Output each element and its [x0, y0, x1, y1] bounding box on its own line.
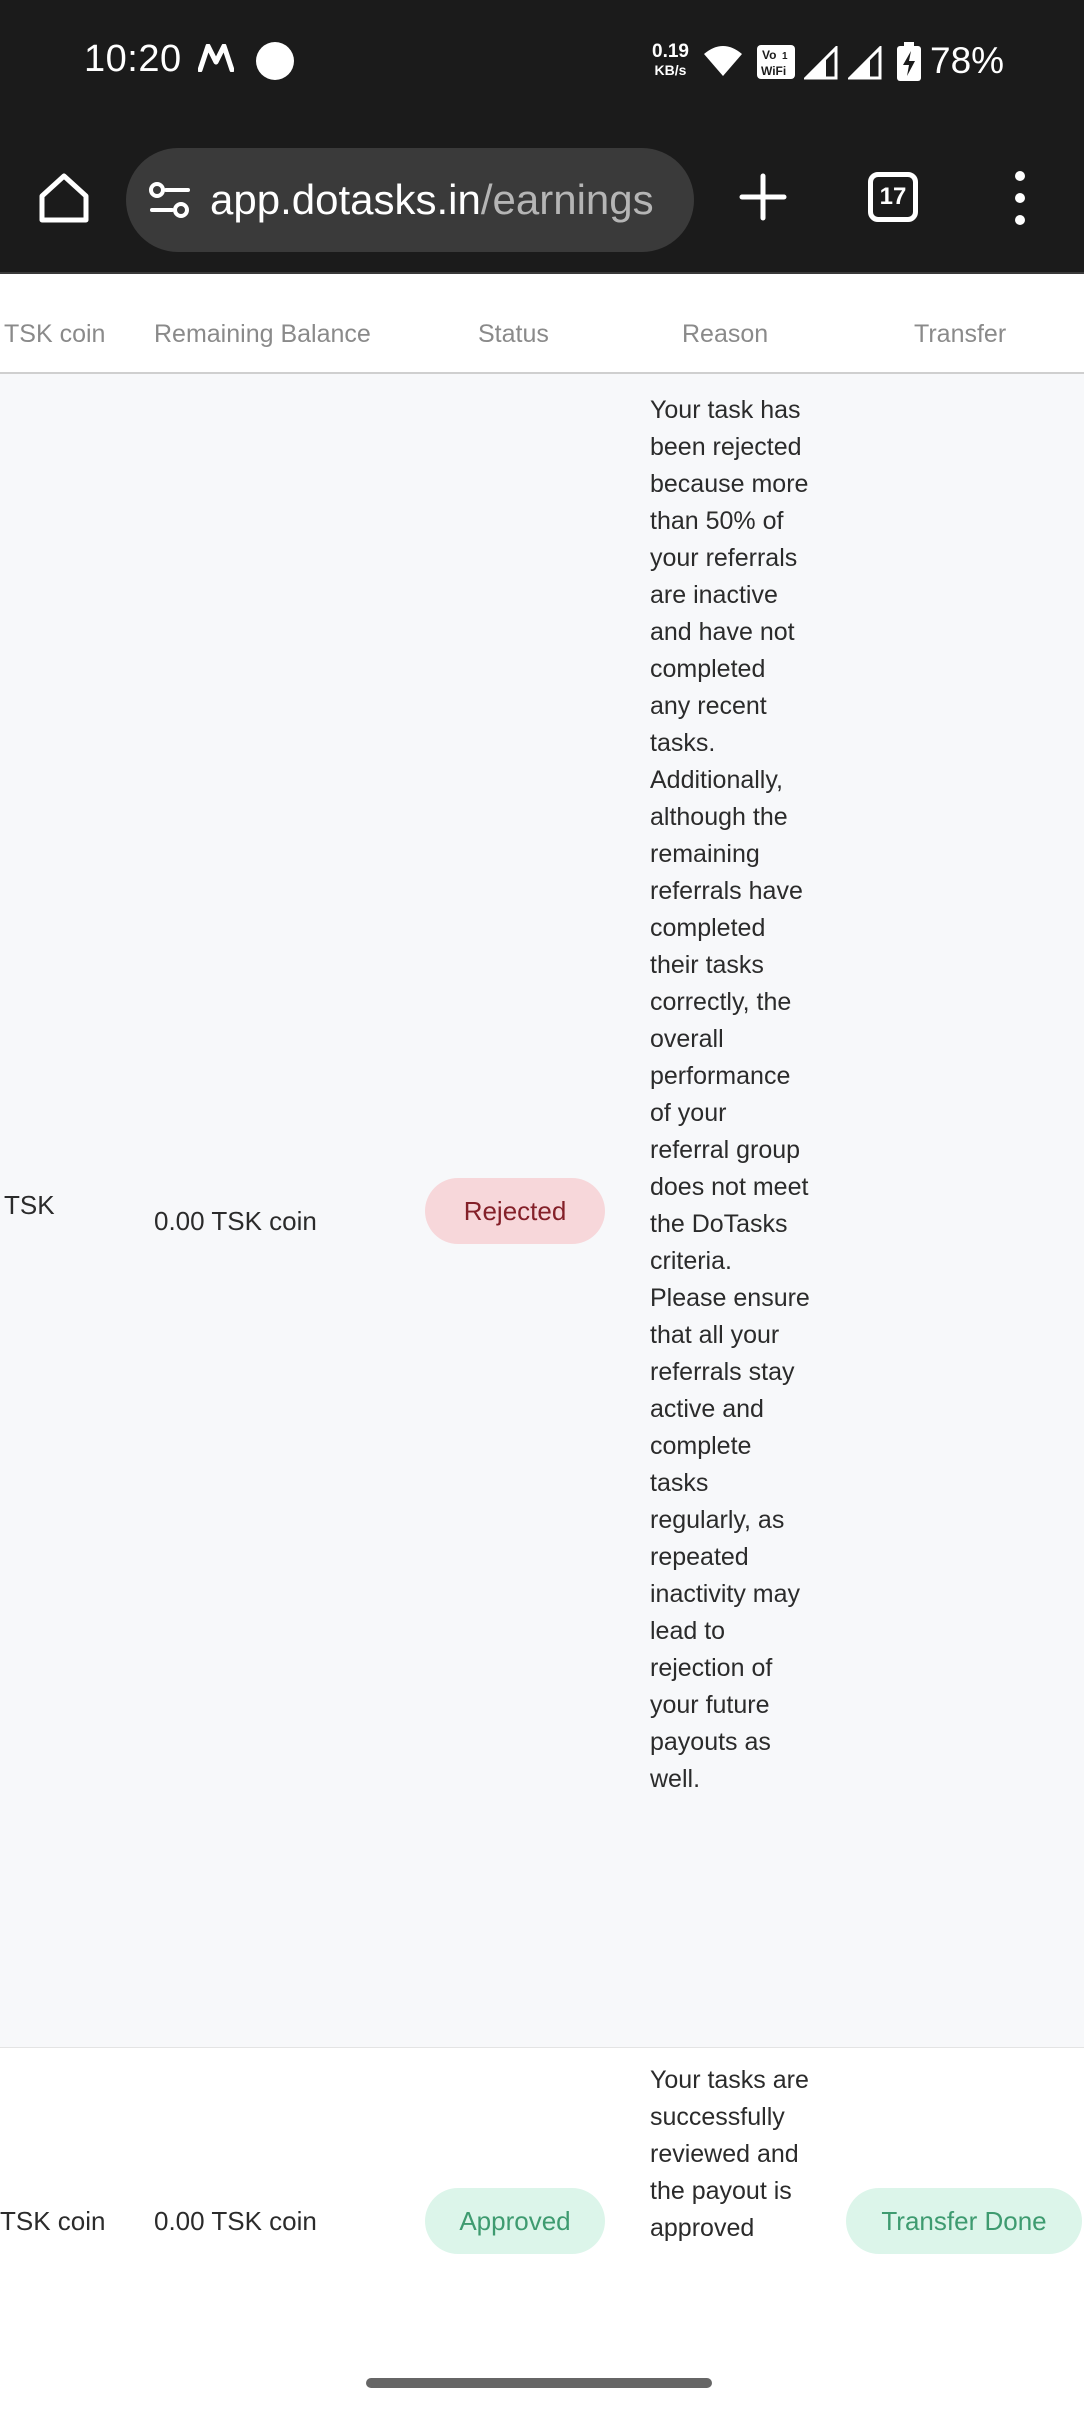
m-icon — [198, 44, 234, 72]
header-status: Status — [478, 320, 549, 348]
circle-notification-icon — [256, 42, 294, 80]
reason-cell: Your tasks are successfully reviewed and… — [650, 2066, 809, 2242]
status-time: 10:20 — [84, 38, 182, 80]
new-tab-icon[interactable] — [738, 172, 788, 222]
gesture-home-indicator[interactable] — [366, 2378, 712, 2388]
url-text[interactable]: app.dotasks.in/earnings — [210, 176, 654, 224]
header-remaining-balance: Remaining Balance — [154, 320, 371, 348]
header-transfer: Transfer — [914, 320, 1007, 348]
amount-cell: TSK coin — [0, 2206, 106, 2236]
remaining-balance-cell: 0.00 TSK coin — [154, 2206, 317, 2236]
status-badge-approved: Approved — [425, 2188, 605, 2254]
volte-sim: 1 — [782, 51, 788, 62]
site-settings-icon[interactable] — [148, 180, 192, 220]
table-header: TSK coin Remaining Balance Status Reason… — [0, 276, 1084, 374]
amount-cell: TSK — [4, 1190, 55, 1220]
home-icon[interactable] — [36, 170, 92, 226]
table-row: TSK coin 0.00 TSK coin Approved Your tas… — [0, 2048, 1084, 2412]
volte-label-top: Vo — [762, 48, 776, 62]
tab-switcher-icon[interactable]: 17 — [868, 172, 918, 222]
transfer-status-badge: Transfer Done — [846, 2188, 1082, 2254]
status-bar: 10:20 0.19 KB/s Vo 1 WiFi 78% — [0, 0, 1084, 128]
url-host: app.dotasks.in — [210, 176, 481, 223]
table-row: TSK 0.00 TSK coin Rejected Your task has… — [0, 374, 1084, 2048]
more-menu-icon[interactable] — [1006, 168, 1034, 228]
earnings-table: TSK coin Remaining Balance Status Reason… — [0, 276, 1084, 2412]
battery-charging-icon — [897, 42, 921, 81]
reason-cell: Your task has been rejected because more… — [650, 396, 810, 1793]
signal-icon — [804, 46, 838, 80]
address-bar[interactable]: app.dotasks.in/earnings — [126, 148, 694, 252]
network-speed-value: 0.19 — [652, 41, 689, 62]
network-speed: 0.19 KB/s — [652, 41, 689, 79]
battery-percent: 78% — [930, 40, 1005, 81]
header-reason: Reason — [682, 320, 769, 348]
browser-toolbar: app.dotasks.in/earnings 17 — [0, 128, 1084, 274]
network-speed-unit: KB/s — [654, 62, 687, 78]
remaining-balance-cell: 0.00 TSK coin — [154, 1206, 317, 1236]
volte-label-bottom: WiFi — [761, 64, 786, 78]
wifi-icon — [704, 46, 742, 76]
url-path: /earnings — [480, 176, 654, 223]
status-badge-rejected: Rejected — [425, 1178, 605, 1244]
volte-wifi-icon: Vo 1 WiFi — [757, 45, 795, 79]
signal-icon — [848, 46, 882, 80]
header-tsk-coin: TSK coin — [4, 320, 106, 348]
